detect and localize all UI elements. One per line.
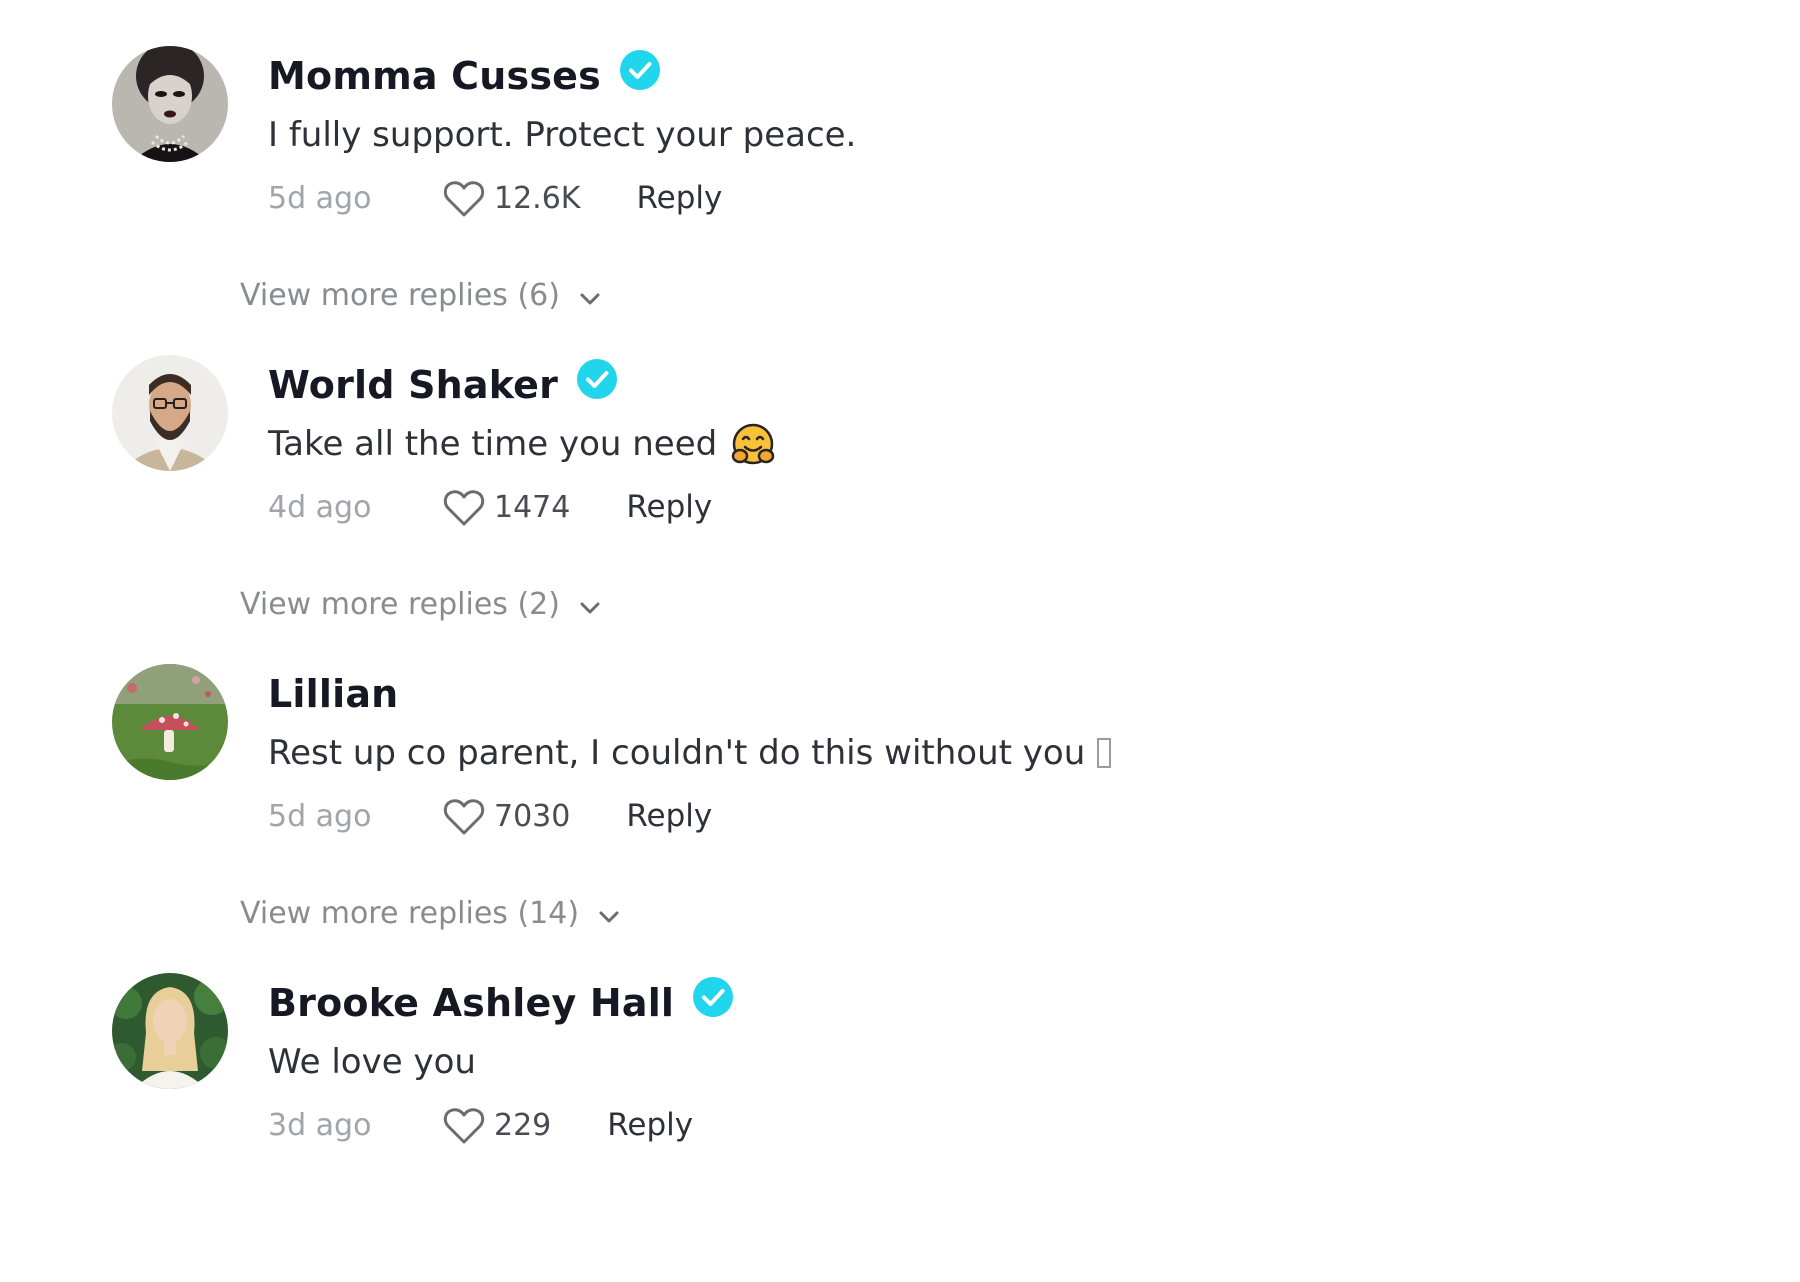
view-more-replies-button[interactable]: View more replies (14) xyxy=(240,896,621,931)
username[interactable]: Brooke Ashley Hall xyxy=(268,981,674,1025)
comment-list: Momma Cusses I fully support. Protect yo… xyxy=(112,46,1612,1282)
comment-text: I fully support. Protect your peace. xyxy=(268,110,1612,160)
comment-body: Momma Cusses I fully support. Protect yo… xyxy=(268,46,1612,226)
comment-text-content: Take all the time you need xyxy=(268,424,718,464)
comment-item: Brooke Ashley Hall We love you 3d ago 22… xyxy=(112,973,1612,1282)
reply-button[interactable]: Reply xyxy=(607,1107,693,1143)
like-button[interactable]: 7030 xyxy=(442,795,570,837)
name-row: Momma Cusses xyxy=(268,46,1612,106)
comment-body: World Shaker Take all the time you need xyxy=(268,355,1612,535)
comment-time: 5d ago xyxy=(268,180,372,216)
view-more-replies-label: View more replies (2) xyxy=(240,587,560,622)
comment-meta: 5d ago 7030 Reply xyxy=(268,788,1612,844)
comment-item: Momma Cusses I fully support. Protect yo… xyxy=(112,46,1612,355)
like-count: 7030 xyxy=(494,798,571,834)
verified-badge-icon xyxy=(577,359,618,399)
comment-meta: 5d ago 12.6K Reply xyxy=(268,170,1612,226)
hugging-face-emoji-icon xyxy=(731,423,775,465)
like-count: 12.6K xyxy=(494,180,581,216)
username[interactable]: Momma Cusses xyxy=(268,54,601,98)
heart-icon xyxy=(443,181,485,217)
name-row: Brooke Ashley Hall xyxy=(268,973,1612,1033)
like-button[interactable]: 1474 xyxy=(442,486,570,528)
comment-text-content: I fully support. Protect your peace. xyxy=(268,115,857,155)
like-count: 1474 xyxy=(494,489,571,525)
comment-time: 5d ago xyxy=(268,798,372,834)
username[interactable]: Lillian xyxy=(268,672,398,716)
name-row: Lillian xyxy=(268,664,1612,724)
avatar[interactable] xyxy=(112,355,228,471)
avatar[interactable] xyxy=(112,46,228,162)
reply-button[interactable]: Reply xyxy=(626,798,712,834)
like-count: 229 xyxy=(494,1107,552,1143)
chevron-down-icon xyxy=(599,911,619,922)
comment-time: 3d ago xyxy=(268,1107,372,1143)
heart-icon xyxy=(443,490,485,526)
reply-button[interactable]: Reply xyxy=(626,489,712,525)
view-more-replies-label: View more replies (14) xyxy=(240,896,580,931)
comment-meta: 3d ago 229 Reply xyxy=(268,1097,1612,1153)
comment-text-content: We love you xyxy=(268,1042,476,1082)
comment-meta: 4d ago 1474 Reply xyxy=(268,479,1612,535)
missing-character-box-icon xyxy=(1097,738,1112,768)
comment-text: We love you xyxy=(268,1037,1612,1087)
heart-icon xyxy=(443,799,485,835)
comment-body: Lillian Rest up co parent, I couldn't do… xyxy=(268,664,1612,844)
comment-text-content: Rest up co parent, I couldn't do this wi… xyxy=(268,733,1086,773)
avatar[interactable] xyxy=(112,664,228,780)
comment-body: Brooke Ashley Hall We love you 3d ago 22… xyxy=(268,973,1612,1153)
verified-badge-icon xyxy=(693,977,734,1017)
like-button[interactable]: 229 xyxy=(442,1104,551,1146)
view-more-replies-label: View more replies (6) xyxy=(240,278,560,313)
like-button[interactable]: 12.6K xyxy=(442,177,580,219)
comment-item: World Shaker Take all the time you need xyxy=(112,355,1612,664)
avatar[interactable] xyxy=(112,973,228,1089)
comment-text: Take all the time you need xyxy=(268,419,1612,469)
reply-button[interactable]: Reply xyxy=(636,180,722,216)
heart-icon xyxy=(443,1108,485,1144)
verified-badge-icon xyxy=(619,50,660,90)
chevron-down-icon xyxy=(580,293,600,304)
view-more-replies-button[interactable]: View more replies (2) xyxy=(240,587,602,622)
comment-item: Lillian Rest up co parent, I couldn't do… xyxy=(112,664,1612,973)
comment-text: Rest up co parent, I couldn't do this wi… xyxy=(268,728,1612,778)
username[interactable]: World Shaker xyxy=(268,363,558,407)
comment-time: 4d ago xyxy=(268,489,372,525)
chevron-down-icon xyxy=(580,602,600,613)
name-row: World Shaker xyxy=(268,355,1612,415)
view-more-replies-button[interactable]: View more replies (6) xyxy=(240,278,602,313)
